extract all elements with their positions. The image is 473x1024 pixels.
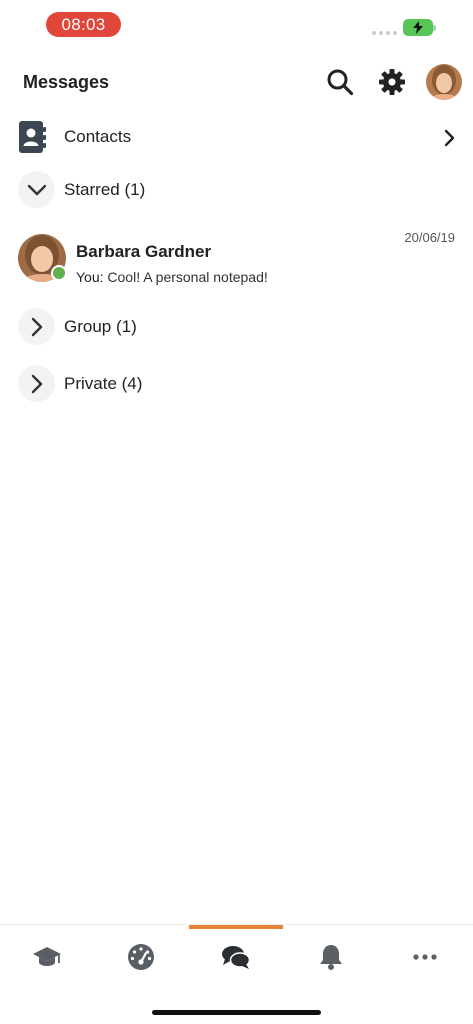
signal-dots-icon	[372, 31, 397, 35]
expand-toggle[interactable]	[18, 171, 55, 208]
section-starred[interactable]: Starred (1)	[0, 170, 473, 210]
preview-text: Cool! A personal notepad!	[107, 269, 268, 285]
nav-item-courses[interactable]	[0, 925, 94, 989]
section-private[interactable]: Private (4)	[0, 364, 473, 404]
chevron-down-icon	[27, 184, 46, 195]
status-bar: 08:03	[0, 0, 473, 50]
bottom-nav	[0, 924, 473, 988]
nav-item-messages[interactable]	[189, 925, 283, 989]
more-dots-icon	[413, 954, 437, 960]
section-group[interactable]: Group (1)	[0, 307, 473, 347]
section-label: Group (1)	[64, 317, 137, 336]
search-icon	[327, 69, 354, 96]
user-avatar[interactable]	[426, 64, 462, 100]
conversation-item[interactable]: Barbara Gardner 20/06/19 You: Cool! A pe…	[0, 228, 473, 294]
expand-toggle[interactable]	[18, 308, 55, 345]
contacts-row[interactable]: Contacts	[0, 117, 473, 157]
section-label: Private (4)	[64, 374, 143, 393]
chevron-right-icon	[31, 374, 42, 393]
search-button[interactable]	[324, 66, 356, 98]
chat-bubbles-icon	[222, 946, 251, 969]
nav-item-more[interactable]	[378, 925, 472, 989]
home-indicator[interactable]	[152, 1010, 321, 1015]
gear-icon	[379, 69, 405, 95]
nav-item-notifications[interactable]	[284, 925, 378, 989]
section-label: Starred (1)	[64, 180, 146, 199]
expand-toggle[interactable]	[18, 365, 55, 402]
graduation-cap-icon	[33, 947, 61, 966]
message-preview: You: Cool! A personal notepad!	[76, 269, 268, 285]
online-status-indicator	[51, 265, 67, 281]
status-time: 08:03	[46, 12, 121, 37]
address-book-icon	[19, 121, 46, 153]
contact-name: Barbara Gardner	[76, 242, 212, 261]
bell-icon	[320, 945, 342, 970]
header: Messages	[0, 60, 473, 106]
preview-prefix: You:	[76, 269, 104, 285]
nav-item-dashboard[interactable]	[94, 925, 188, 989]
message-date: 20/06/19	[404, 230, 455, 245]
settings-button[interactable]	[376, 66, 408, 98]
dashboard-gauge-icon	[128, 944, 154, 970]
chevron-right-icon	[31, 317, 42, 336]
battery-charging-icon	[403, 19, 436, 36]
page-title: Messages	[23, 72, 110, 92]
contacts-label: Contacts	[64, 127, 132, 146]
chevron-right-icon	[444, 129, 455, 147]
